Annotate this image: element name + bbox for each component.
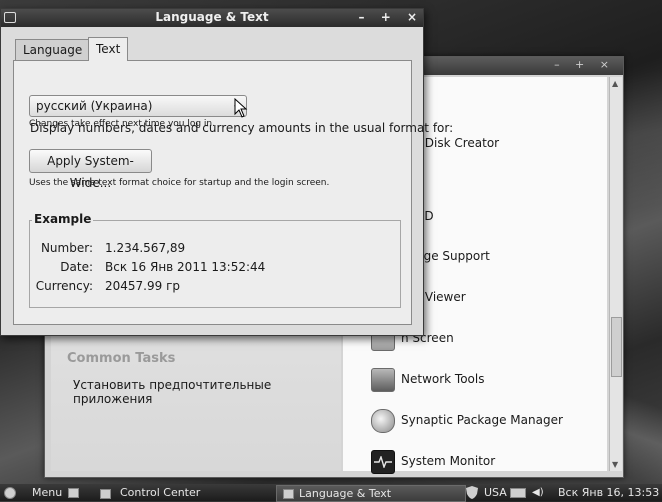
menu-label: Menu bbox=[32, 486, 63, 499]
window-icon bbox=[283, 489, 294, 499]
control-center-scrollbar[interactable]: ▲ ▼ bbox=[609, 77, 622, 471]
example-number-value: 1.234.567,89 bbox=[105, 241, 186, 255]
dialog-titlebar[interactable]: Language & Text – + × bbox=[1, 9, 423, 27]
close-button[interactable]: × bbox=[407, 10, 417, 24]
control-center-item-label: Network Tools bbox=[401, 372, 485, 386]
system-wide-note: Uses the same text format choice for sta… bbox=[29, 178, 330, 188]
volume-icon[interactable]: ◀) bbox=[532, 485, 544, 500]
tab-language[interactable]: Language bbox=[15, 39, 91, 60]
scroll-down-arrow-icon[interactable]: ▼ bbox=[612, 460, 618, 469]
next-login-note: Changes take effect next time you log in… bbox=[29, 119, 215, 129]
task-label: Language & Text bbox=[299, 487, 392, 500]
control-center-icon bbox=[100, 489, 111, 499]
scrollbar-thumb[interactable] bbox=[611, 317, 622, 377]
network-icon[interactable] bbox=[510, 488, 526, 498]
control-center-item-label: System Monitor bbox=[401, 454, 496, 468]
region-format-select[interactable]: русский (Украина) ⌄ bbox=[29, 95, 247, 117]
example-heading: Example bbox=[32, 212, 94, 226]
maximize-button[interactable]: + bbox=[381, 10, 391, 24]
show-desktop-icon[interactable] bbox=[68, 488, 79, 498]
minimize-button[interactable]: – bbox=[359, 10, 365, 24]
common-tasks-heading: Common Tasks bbox=[67, 351, 176, 366]
shield-icon bbox=[466, 486, 478, 499]
mouse-pointer-icon bbox=[234, 98, 248, 118]
control-center-item-synaptic[interactable]: Synaptic Package Manager bbox=[343, 401, 607, 441]
example-currency-label: Currency: bbox=[35, 279, 93, 293]
window-controls: – + × bbox=[347, 10, 418, 24]
region-format-value: русский (Украина) bbox=[36, 99, 153, 113]
example-date-label: Date: bbox=[60, 260, 93, 274]
preferred-applications-link[interactable]: Установить предпочтительные приложения bbox=[73, 378, 341, 406]
example-date-value: Вск 16 Янв 2011 13:52:44 bbox=[105, 260, 266, 274]
control-center-item-label: Synaptic Package Manager bbox=[401, 413, 563, 427]
apply-system-wide-button[interactable]: Apply System-Wide... bbox=[29, 149, 152, 190]
control-center-item-network-tools[interactable]: Network Tools bbox=[343, 360, 607, 400]
taskbar-task-language-text[interactable]: Language & Text bbox=[276, 485, 466, 502]
scroll-up-arrow-icon[interactable]: ▲ bbox=[612, 79, 618, 88]
monitor-icon bbox=[371, 450, 395, 474]
clock[interactable]: Вск Янв 16, 13:53 bbox=[558, 485, 662, 500]
taskbar: Menu Control Center Language & Text USA … bbox=[0, 484, 662, 502]
control-center-window-controls[interactable]: – + × bbox=[554, 58, 615, 71]
task-label: Control Center bbox=[120, 486, 201, 499]
package-icon bbox=[371, 409, 395, 433]
example-currency-value: 20457.99 гр bbox=[105, 279, 180, 293]
control-center-item-system-monitor[interactable]: System Monitor bbox=[343, 442, 607, 482]
network-icon bbox=[371, 368, 395, 392]
language-text-dialog: Language & Text – + × Language Text Disp… bbox=[0, 8, 453, 336]
mint-menu-icon bbox=[4, 487, 16, 499]
example-number-label: Number: bbox=[40, 241, 93, 255]
keyboard-layout-indicator[interactable]: USA bbox=[484, 485, 507, 500]
tab-text[interactable]: Text bbox=[88, 37, 129, 61]
